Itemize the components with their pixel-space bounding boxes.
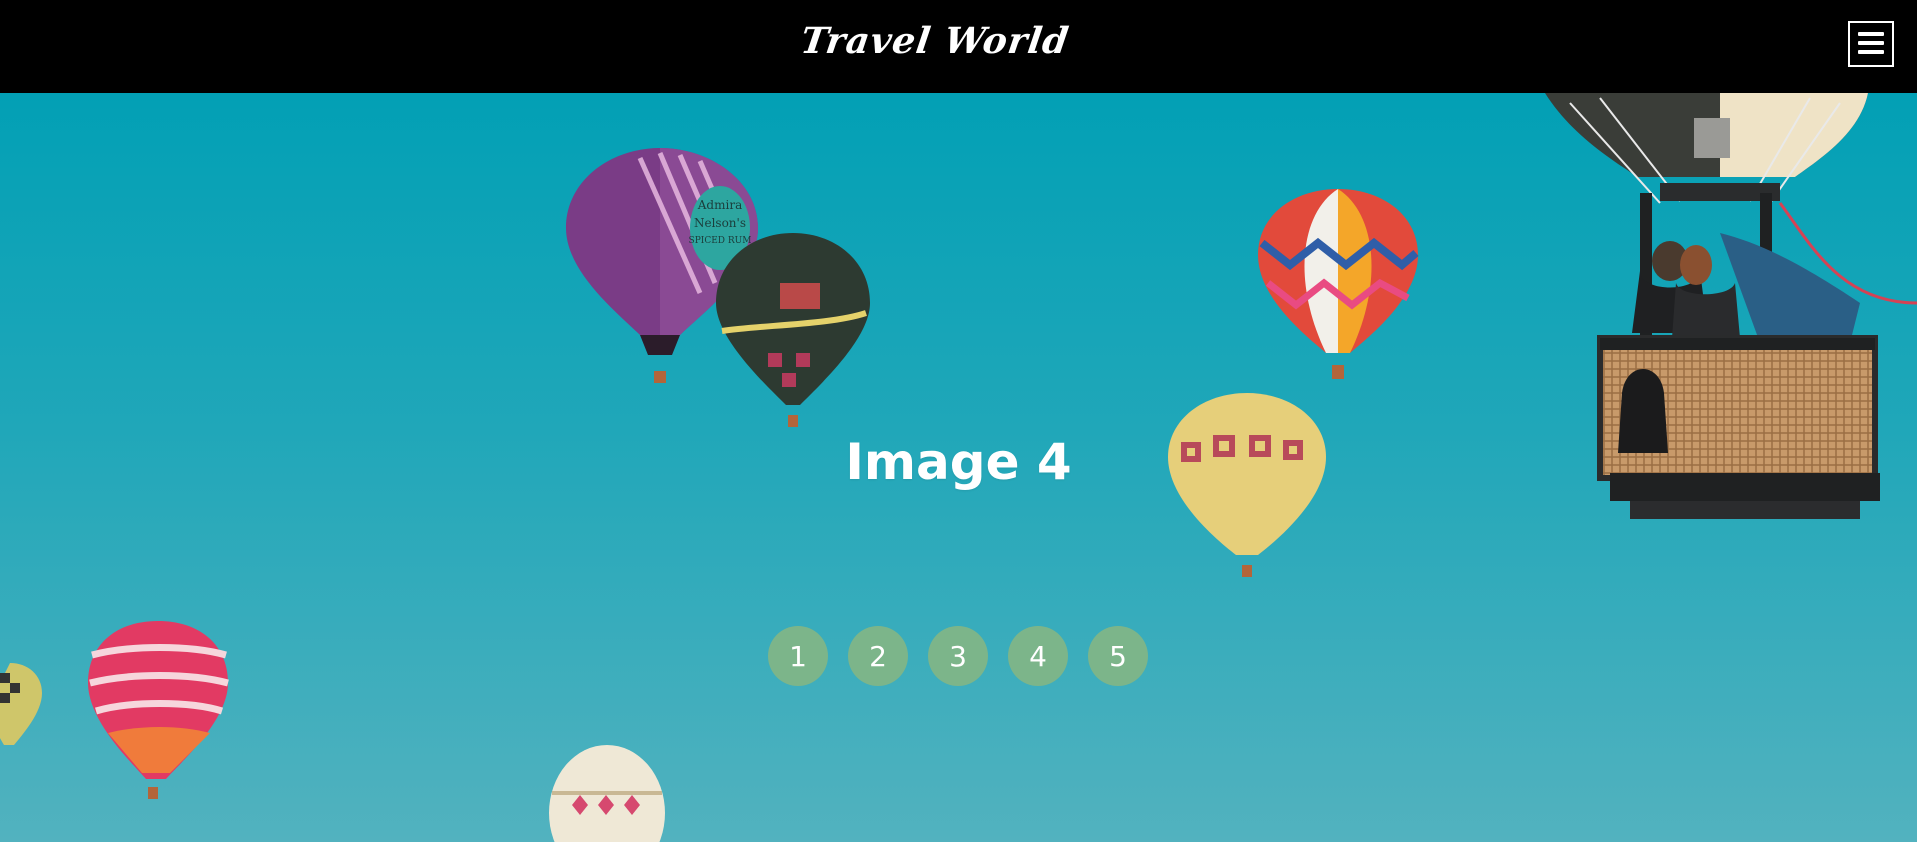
svg-text:Admira: Admira: [697, 198, 742, 212]
dark-balloon: [716, 233, 870, 427]
hero-slider: Admira Nelson's SPICED RUM Image 4 1 2 3…: [0, 93, 1917, 842]
hamburger-menu-icon[interactable]: [1848, 21, 1894, 67]
slide-dot-1[interactable]: 1: [768, 626, 828, 686]
site-logo[interactable]: Travel World: [0, 20, 1873, 62]
slide-dot-2[interactable]: 2: [848, 626, 908, 686]
svg-text:Nelson's: Nelson's: [694, 216, 746, 230]
slide-dot-4[interactable]: 4: [1008, 626, 1068, 686]
menu-line: [1858, 41, 1884, 45]
menu-line: [1858, 32, 1884, 36]
pink-striped-balloon: [88, 621, 229, 799]
slide-dot-5[interactable]: 5: [1088, 626, 1148, 686]
menu-line: [1858, 50, 1884, 54]
slide-dot-3[interactable]: 3: [928, 626, 988, 686]
slider-pagination: 1 2 3 4 5: [768, 626, 1148, 686]
slide-title: Image 4: [845, 433, 1072, 491]
svg-text:SPICED RUM: SPICED RUM: [689, 236, 752, 246]
partial-balloon-left: [0, 663, 42, 745]
top-navbar: Travel World: [0, 0, 1917, 93]
rainbow-balloon: [1258, 189, 1419, 379]
cream-balloon-bottom: [549, 745, 665, 842]
